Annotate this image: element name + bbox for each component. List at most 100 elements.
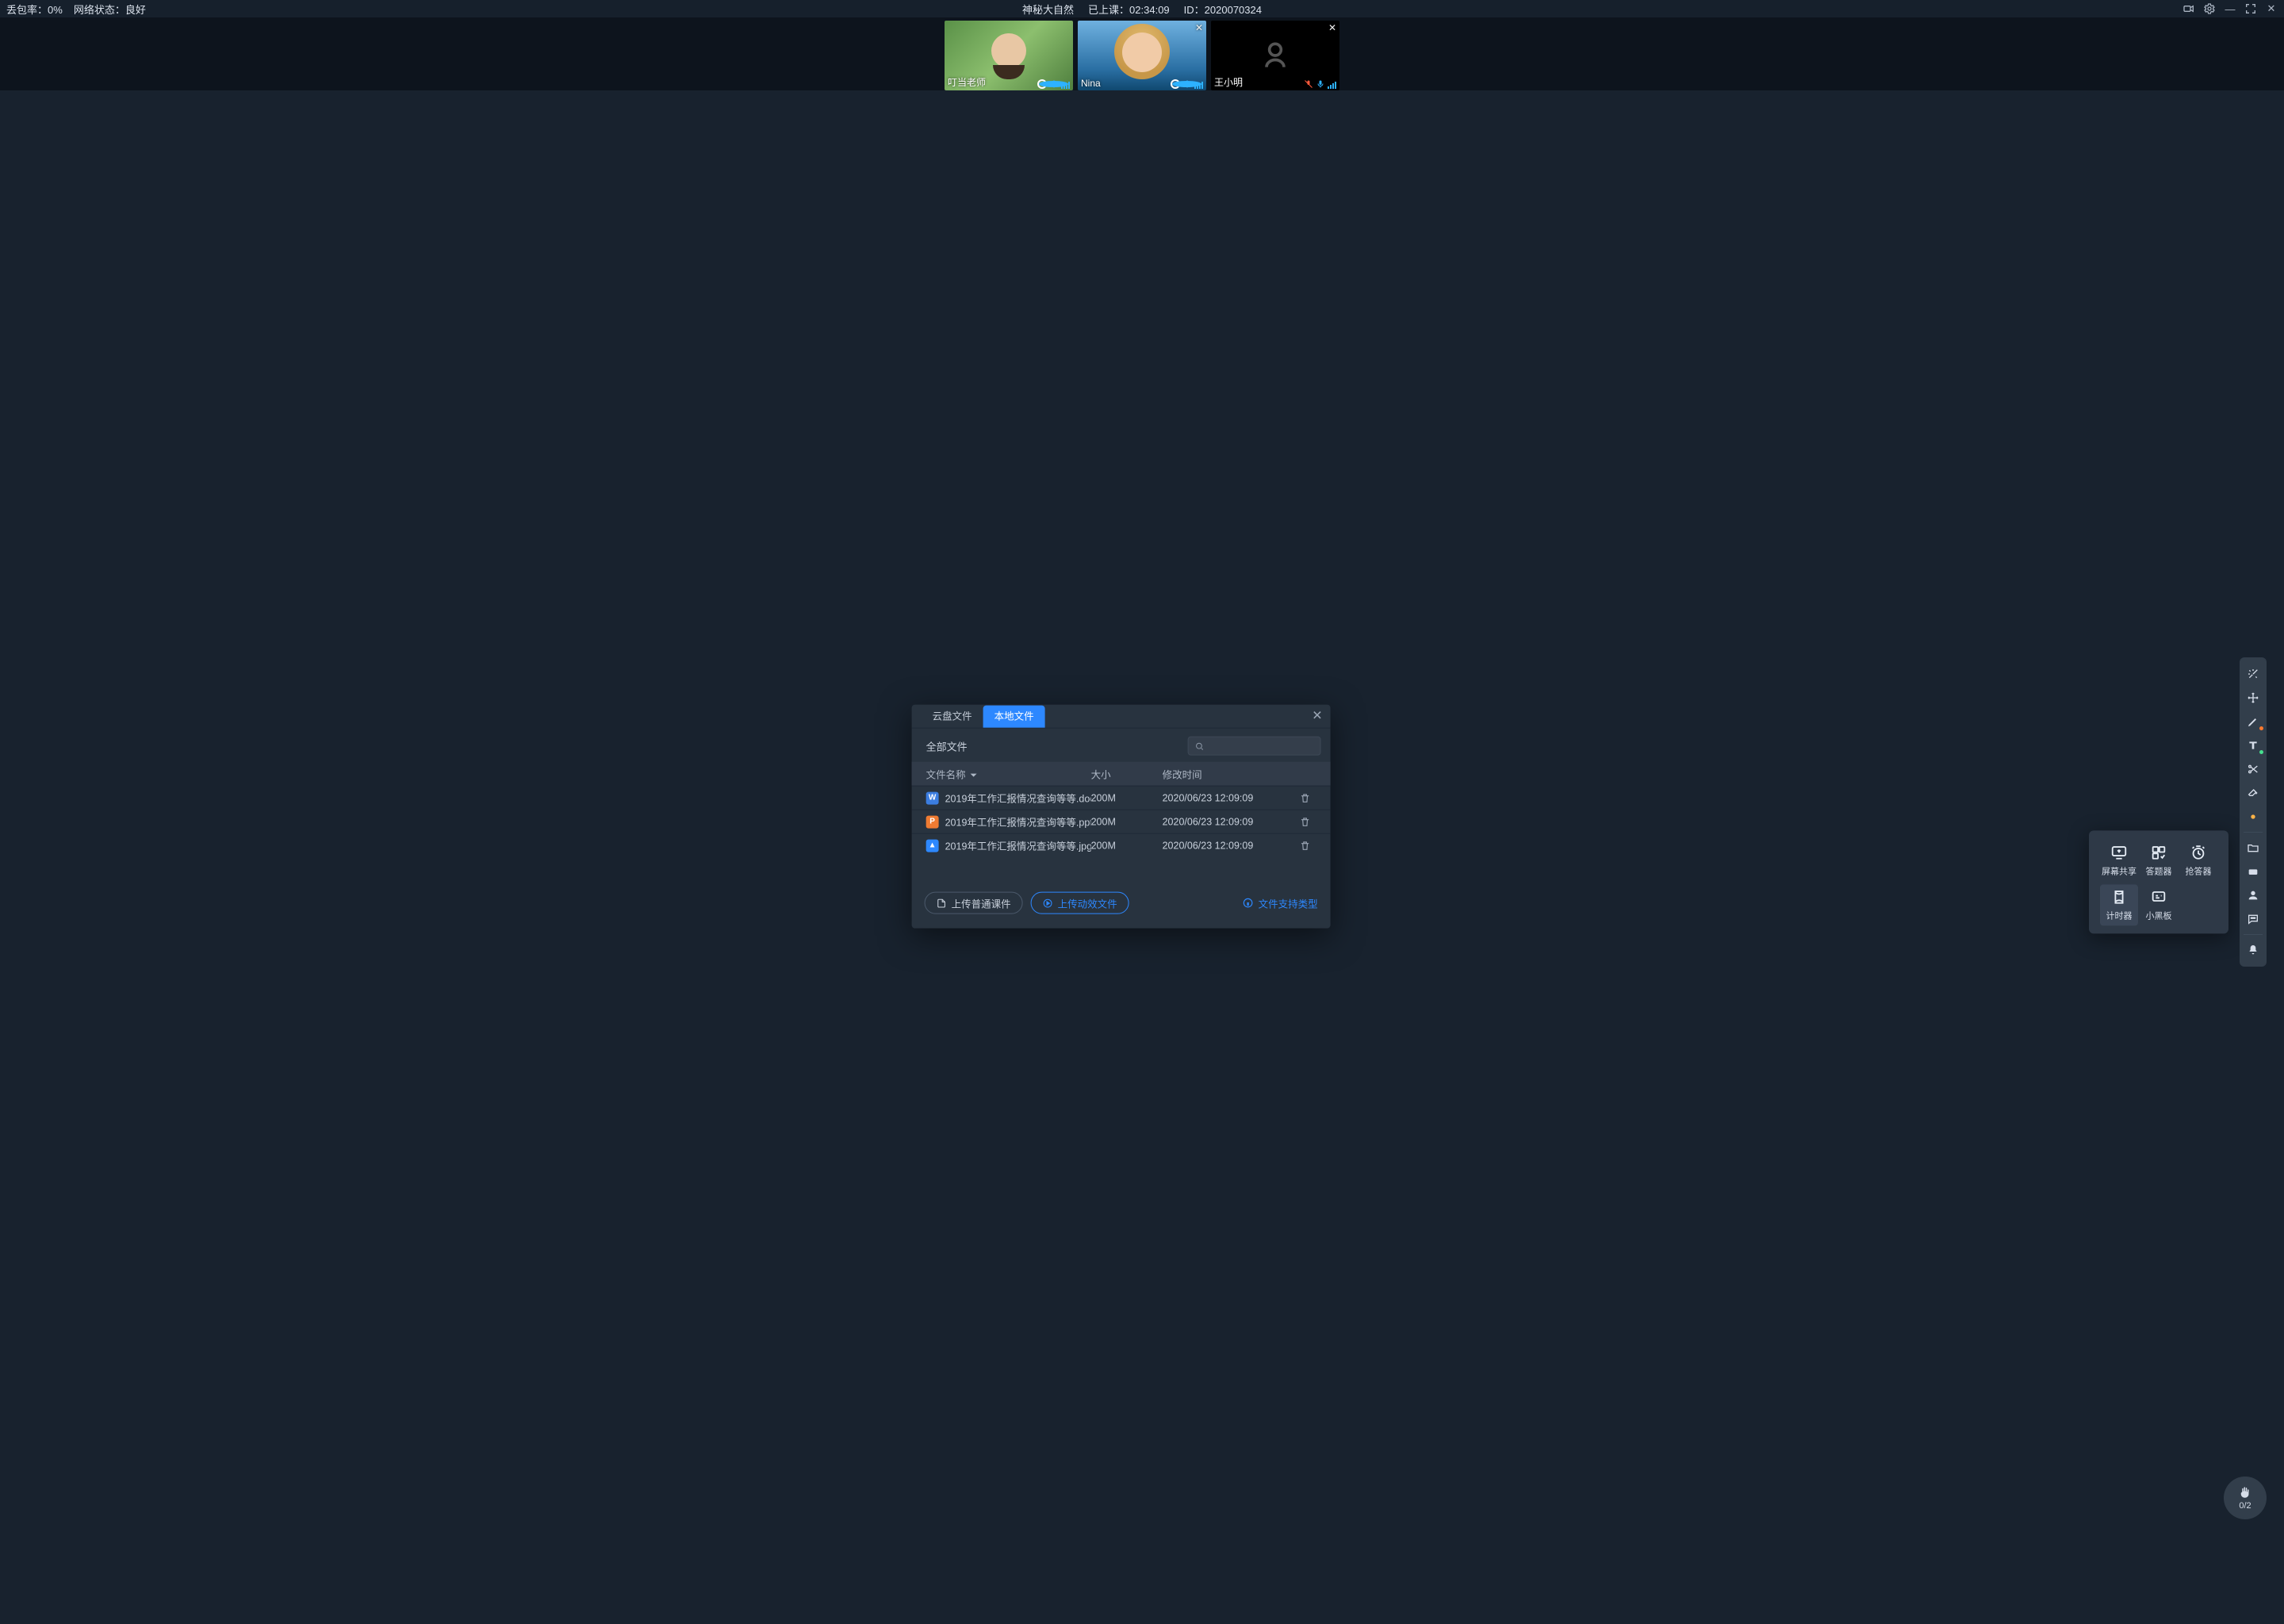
dialog-toolbar: 全部文件 xyxy=(912,729,1331,762)
network-dot-icon xyxy=(1171,79,1180,89)
tool-color[interactable] xyxy=(2241,805,2265,829)
tool-text[interactable] xyxy=(2241,733,2265,757)
tool-answer[interactable]: 答题器 xyxy=(2140,840,2178,881)
dialog-footer: 上传普通课件 上传动效文件 文件支持类型 xyxy=(912,881,1331,929)
upload-normal-label: 上传普通课件 xyxy=(952,895,1011,910)
file-type-doc-icon: W xyxy=(926,791,939,804)
tool-label: 答题器 xyxy=(2146,864,2172,877)
video-tile-student[interactable]: Nina ✕ xyxy=(1078,21,1206,90)
file-search-box[interactable] xyxy=(1188,737,1321,756)
file-row[interactable]: W 2019年工作汇报情况查询等等.doc 200M 2020/06/23 12… xyxy=(912,786,1331,810)
delete-file-icon[interactable] xyxy=(1290,840,1321,851)
video-indicators xyxy=(1304,79,1336,89)
tool-label: 抢答器 xyxy=(2186,864,2212,877)
elapsed-label: 已上课： xyxy=(1088,4,1129,16)
file-type-image-icon: ▲ xyxy=(926,839,939,852)
tool-eraser[interactable] xyxy=(2241,781,2265,805)
screen-share-icon xyxy=(2110,844,2128,861)
supported-file-types-label: 文件支持类型 xyxy=(1259,895,1318,910)
signal-icon xyxy=(1328,82,1336,89)
network-dot-icon xyxy=(1037,79,1047,89)
file-search-input[interactable] xyxy=(1207,741,1313,752)
packet-loss-label: 丢包率： xyxy=(6,4,48,16)
video-name: Nina xyxy=(1081,78,1101,89)
tool-laser[interactable] xyxy=(2241,662,2265,686)
laser-pointer-icon xyxy=(2247,668,2259,680)
elapsed-value: 02:34:09 xyxy=(1129,4,1170,16)
video-indicators xyxy=(1037,79,1070,89)
tool-timer[interactable]: 计时器 xyxy=(2100,884,2138,925)
file-row[interactable]: P 2019年工作汇报情况查询等等.ppt 200M 2020/06/23 12… xyxy=(912,810,1331,833)
file-row[interactable]: ▲ 2019年工作汇报情况查询等等.jpg 200M 2020/06/23 12… xyxy=(912,833,1331,857)
file-size: 200M xyxy=(1091,840,1163,851)
tool-move[interactable] xyxy=(2241,686,2265,710)
upload-normal-button[interactable]: 上传普通课件 xyxy=(925,892,1023,914)
delete-file-icon[interactable] xyxy=(1290,816,1321,827)
tool-bell[interactable] xyxy=(2241,938,2265,962)
tool-buzzer[interactable]: 抢答器 xyxy=(2179,840,2217,881)
file-name: 2019年工作汇报情况查询等等.doc xyxy=(945,791,1091,806)
raise-hand-count: 0/2 xyxy=(2239,1501,2251,1511)
camera-off-icon xyxy=(1258,38,1293,73)
mic-muted-icon xyxy=(1304,79,1313,89)
text-color-green-dot xyxy=(2259,750,2263,754)
video-indicators xyxy=(1171,79,1203,89)
dialog-close-icon[interactable]: ✕ xyxy=(1312,708,1322,724)
fullscreen-icon[interactable] xyxy=(2244,2,2257,15)
supported-file-types-link[interactable]: 文件支持类型 xyxy=(1243,895,1318,910)
class-title: 神秘大自然 xyxy=(1022,2,1074,17)
close-window-icon[interactable]: ✕ xyxy=(2265,2,2278,15)
info-icon xyxy=(1243,898,1254,909)
tool-pen[interactable] xyxy=(2241,710,2265,733)
tool-participants[interactable] xyxy=(2241,883,2265,907)
color-dot-icon xyxy=(2247,810,2259,823)
minimize-icon[interactable]: — xyxy=(2224,2,2236,15)
video-close-icon[interactable]: ✕ xyxy=(1195,22,1203,33)
tab-local-files[interactable]: 本地文件 xyxy=(983,705,1045,727)
vertical-toolbar xyxy=(2240,657,2267,967)
delete-file-icon[interactable] xyxy=(1290,792,1321,803)
tool-screen-share[interactable]: 屏幕共享 xyxy=(2100,840,2138,881)
settings-icon[interactable] xyxy=(2203,2,2216,15)
tool-label: 计时器 xyxy=(2106,909,2133,921)
file-size: 200M xyxy=(1091,816,1163,827)
upload-animated-label: 上传动效文件 xyxy=(1058,895,1117,910)
video-close-icon[interactable]: ✕ xyxy=(1328,22,1336,33)
toolbar-separator xyxy=(2244,934,2263,935)
timer-icon xyxy=(2110,888,2128,906)
play-circle-icon xyxy=(1043,898,1053,908)
network-status: 网络状态：良好 xyxy=(74,2,146,17)
video-tile-student[interactable]: 王小明 ✕ xyxy=(1211,21,1339,90)
blackboard-icon xyxy=(2150,888,2167,906)
teaching-tools-popover: 屏幕共享 答题器 抢答器 计时器 小黑板 xyxy=(2089,830,2228,933)
video-name: 王小明 xyxy=(1214,75,1243,89)
col-modified[interactable]: 修改时间 xyxy=(1163,766,1290,781)
buzzer-icon xyxy=(2190,844,2207,861)
video-name: 叮当老师 xyxy=(948,75,986,89)
tool-folder[interactable] xyxy=(2241,836,2265,860)
upload-animated-button[interactable]: 上传动效文件 xyxy=(1031,892,1129,914)
room-id-label: ID： xyxy=(1184,4,1205,16)
tool-scissors[interactable] xyxy=(2241,757,2265,781)
scissors-icon xyxy=(2247,763,2259,776)
tool-blackboard[interactable]: 小黑板 xyxy=(2140,884,2178,925)
network-status-label: 网络状态： xyxy=(74,4,125,16)
file-type-ppt-icon: P xyxy=(926,815,939,828)
raise-hand-bubble[interactable]: 0/2 xyxy=(2224,1477,2267,1519)
network-status-value: 良好 xyxy=(125,4,146,16)
toolbar-separator xyxy=(2244,832,2263,833)
col-filename[interactable]: 文件名称 xyxy=(926,766,1091,781)
col-size[interactable]: 大小 xyxy=(1091,766,1163,781)
file-mtime: 2020/06/23 12:09:09 xyxy=(1163,792,1290,803)
video-tile-teacher[interactable]: 叮当老师 xyxy=(945,21,1073,90)
camera-toggle-icon[interactable] xyxy=(2182,2,2195,15)
tool-apps[interactable] xyxy=(2241,860,2265,883)
pen-icon xyxy=(2247,715,2259,728)
tab-cloud-files[interactable]: 云盘文件 xyxy=(922,705,983,727)
dialog-tabs: 云盘文件 本地文件 ✕ xyxy=(912,705,1331,729)
move-icon xyxy=(2247,691,2259,704)
folder-icon xyxy=(2247,841,2259,854)
tool-chat[interactable] xyxy=(2241,907,2265,931)
file-size: 200M xyxy=(1091,792,1163,803)
video-strip: 叮当老师 Nina ✕ 王小明 ✕ xyxy=(0,17,2284,90)
